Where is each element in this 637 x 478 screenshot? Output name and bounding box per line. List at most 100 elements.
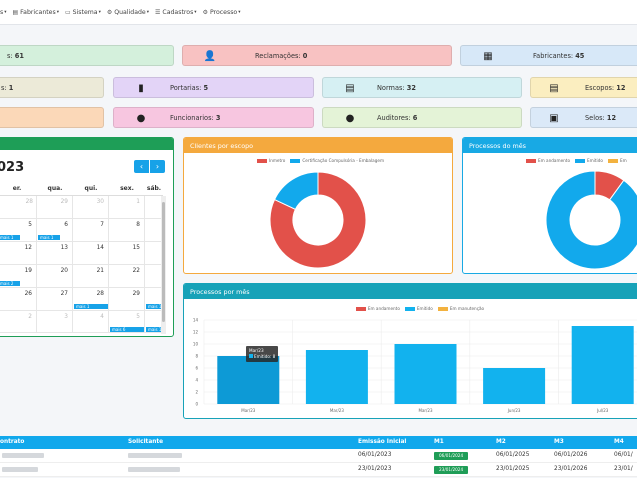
calendar-day[interactable]: 26 bbox=[0, 288, 37, 311]
image-icon: ▣ bbox=[549, 112, 559, 124]
calendar-day[interactable]: 28 bbox=[0, 196, 37, 219]
calendar-day[interactable]: 4 bbox=[73, 311, 109, 333]
calendar-event[interactable]: mais 2 bbox=[0, 281, 20, 286]
col-header-m1[interactable]: M1 bbox=[434, 439, 444, 445]
nav-item-processo[interactable]: ⚙ Processo ▾ bbox=[203, 9, 241, 16]
card-reclamacoes[interactable]: 👤 Reclamações: 0 bbox=[182, 45, 452, 66]
list-file-icon: ▤ bbox=[549, 82, 559, 94]
calendar-day[interactable]: 29 bbox=[109, 288, 145, 311]
card-funcionarios[interactable]: ● Funcionarios: 3 bbox=[113, 107, 314, 128]
calendar-day[interactable]: 29 bbox=[37, 196, 73, 219]
calendar-prev-button[interactable]: ‹ bbox=[134, 160, 149, 173]
bar[interactable] bbox=[305, 350, 368, 404]
card-normas[interactable]: ▤ Normas: 32 bbox=[322, 77, 522, 98]
card-fabricantes[interactable]: ▦ Fabricantes: 45 bbox=[460, 45, 637, 66]
calendar-day[interactable]: 1 bbox=[109, 196, 145, 219]
bar-chart-processos[interactable]: 0 2 4 6 8 10 12 14 Mar/23 Mar/23 Mar/23 Jun/23 Jul/2… bbox=[184, 310, 637, 419]
calendar-event[interactable]: mais 1 bbox=[146, 327, 162, 332]
calendar-event[interactable]: mais 1 bbox=[0, 235, 20, 240]
calendar-day[interactable]: 22 bbox=[109, 265, 145, 288]
calendar-event[interactable]: mais 1 bbox=[74, 304, 108, 309]
calendar-scrollbar[interactable] bbox=[161, 196, 166, 334]
card-label: Selos: 12 bbox=[585, 114, 617, 122]
col-header-emissao[interactable]: Emissão Inicial bbox=[358, 439, 406, 445]
nav-item-fabricantes[interactable]: ▤ Fabricantes ▾ bbox=[13, 9, 59, 16]
calendar-day[interactable]: 14 bbox=[73, 242, 109, 265]
bar[interactable] bbox=[483, 368, 546, 404]
panel-title: Clientes por escopo bbox=[190, 141, 254, 150]
y-tick-label: 0 bbox=[195, 402, 198, 407]
chevron-down-icon: ▾ bbox=[4, 9, 7, 15]
legend-swatch bbox=[575, 158, 586, 163]
panel-header: Clientes por escopo bbox=[184, 138, 452, 153]
clientes-por-escopo-panel: Clientes por escopo Inmetro Certificação… bbox=[183, 137, 453, 274]
col-header-contrato[interactable]: ontrato bbox=[0, 439, 24, 445]
card-label: s: 1 bbox=[1, 84, 14, 92]
donut-slice[interactable] bbox=[545, 170, 637, 270]
nav-item-s[interactable]: s ▾ bbox=[0, 9, 7, 16]
auditor-icon: ● bbox=[345, 112, 355, 124]
donut-chart-clientes[interactable] bbox=[184, 166, 452, 271]
nav-label: Cadastros bbox=[162, 8, 194, 16]
y-tick-label: 6 bbox=[195, 366, 198, 371]
cell-m4: 23/01/ bbox=[614, 466, 633, 472]
legend-label: Certificação Compulsória - Embalagem bbox=[302, 158, 385, 163]
chevron-down-icon: ▾ bbox=[194, 9, 197, 15]
donut-chart-processos-mes[interactable] bbox=[463, 166, 637, 271]
table-row[interactable]: 06/01/2023 06/01/2024 06/01/2025 06/01/2… bbox=[0, 449, 637, 463]
day-header: qua. bbox=[37, 181, 73, 196]
calendar-next-button[interactable]: › bbox=[150, 160, 165, 173]
calendar-panel: 023 ‹ › er.qua.qui.sex.sáb.2930156781213… bbox=[0, 137, 174, 337]
calendar-day[interactable]: 8 bbox=[109, 219, 145, 242]
bar[interactable] bbox=[571, 326, 634, 404]
table-row[interactable]: 23/01/2023 23/01/2024 23/01/2025 23/01/2… bbox=[0, 463, 637, 477]
calendar-day[interactable]: 21 bbox=[73, 265, 109, 288]
legend-swatch bbox=[256, 158, 267, 163]
bar[interactable] bbox=[394, 344, 457, 404]
calendar-day[interactable]: 13 bbox=[37, 242, 73, 265]
calendar-day[interactable]: 27 bbox=[37, 288, 73, 311]
chevron-down-icon: ▾ bbox=[98, 9, 101, 15]
card-selos[interactable]: ▣ Selos: 12 bbox=[530, 107, 637, 128]
x-tick-label: Mar/23 bbox=[419, 408, 433, 413]
calendar-day[interactable]: 12 bbox=[0, 242, 37, 265]
panel-header: Processos por mês bbox=[184, 284, 637, 299]
card-escopos[interactable]: ▤ Escopos: 12 bbox=[530, 77, 637, 98]
calendar-event[interactable]: mais 1 bbox=[38, 235, 60, 240]
calendar-day[interactable]: 30 bbox=[73, 196, 109, 219]
bar[interactable] bbox=[217, 356, 280, 404]
nav-label: Processo bbox=[209, 8, 238, 16]
person-icon: ● bbox=[136, 112, 146, 124]
nav-item-qualidade[interactable]: ⚙ Qualidade ▾ bbox=[107, 9, 149, 16]
cell-emissao: 06/01/2023 bbox=[358, 452, 392, 458]
calendar-day[interactable]: 7 bbox=[73, 219, 109, 242]
card-row2-first[interactable]: s: 1 bbox=[0, 77, 104, 98]
calendar-day[interactable]: 2 bbox=[0, 311, 37, 333]
col-header-m3[interactable]: M3 bbox=[554, 439, 564, 445]
nav-item-cadastros[interactable]: ☰ Cadastros ▾ bbox=[155, 9, 197, 16]
scrollbar-thumb[interactable] bbox=[162, 202, 165, 322]
calendar-day[interactable]: 15 bbox=[109, 242, 145, 265]
card-portarias[interactable]: ▮ Portarias: 5 bbox=[113, 77, 314, 98]
calendar-day[interactable]: 3 bbox=[37, 311, 73, 333]
calendar-title: 023 bbox=[0, 160, 25, 175]
status-badge: 23/01/2024 bbox=[434, 466, 469, 474]
cogs-icon: ⚙ bbox=[202, 8, 208, 16]
legend-swatch bbox=[607, 158, 618, 163]
nav-item-sistema[interactable]: ▭ Sistema ▾ bbox=[65, 9, 101, 16]
redacted-contrato bbox=[2, 467, 38, 472]
card-row3-first[interactable] bbox=[0, 107, 104, 128]
calendar-day[interactable]: 20 bbox=[37, 265, 73, 288]
document-icon: ▮ bbox=[138, 82, 144, 94]
gear-icon: ⚙ bbox=[106, 8, 113, 16]
calendar-event[interactable]: mais 6 bbox=[110, 327, 144, 332]
col-header-solicitante[interactable]: Solicitante bbox=[128, 439, 163, 445]
processos-por-mes-panel: Processos por mês Em andamento Emitido E… bbox=[183, 283, 637, 419]
calendar-event[interactable]: mais 1 bbox=[146, 304, 162, 309]
panel-title: Processos por mês bbox=[190, 287, 250, 296]
card-clientes[interactable]: s: 61 bbox=[0, 45, 174, 66]
col-header-m2[interactable]: M2 bbox=[496, 439, 506, 445]
y-tick-label: 14 bbox=[193, 318, 199, 323]
card-auditores[interactable]: ● Auditores: 6 bbox=[322, 107, 522, 128]
col-header-m4[interactable]: M4 bbox=[614, 439, 624, 445]
